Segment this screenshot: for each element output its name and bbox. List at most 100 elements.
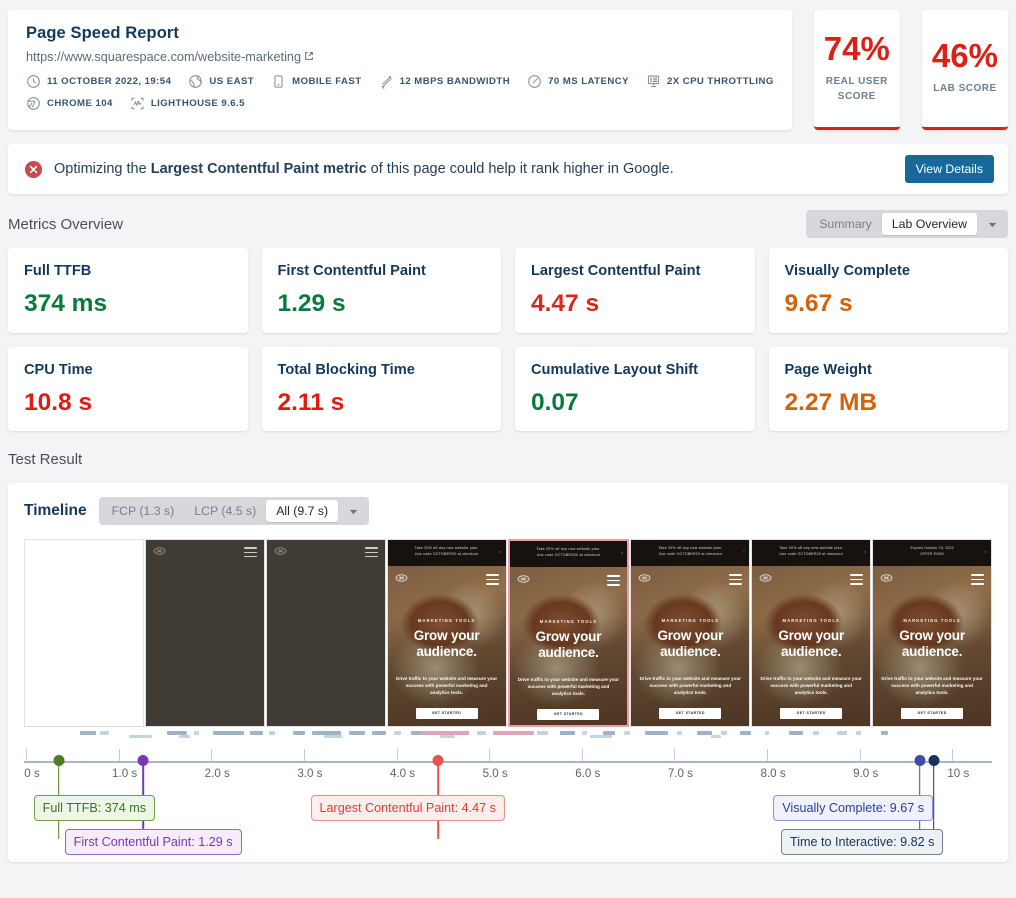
timeline-callout[interactable]: Largest Contentful Paint: 4.47 s <box>310 795 505 822</box>
timeline-callout[interactable]: Time to Interactive: 9.82 s <box>780 829 944 856</box>
metric-card-largest-contentful-paint[interactable]: Largest Contentful Paint 4.47 s <box>515 248 755 333</box>
filmstrip-frame[interactable]: Take 20% off any new website plan. Use co… <box>751 539 872 728</box>
site-logo-icon <box>517 575 529 584</box>
filmstrip-frame[interactable]: Take 20% off any new website plan. Use co… <box>386 539 507 728</box>
tab-lab-overview[interactable]: Lab Overview <box>881 213 977 235</box>
metric-card-first-contentful-paint[interactable]: First Contentful Paint 1.29 s <box>261 248 501 333</box>
metric-label: Total Blocking Time <box>277 361 415 378</box>
waterfall-bar <box>788 731 804 736</box>
waterfall-bar <box>440 735 455 739</box>
metric-value: 10.8 s <box>24 388 93 416</box>
metric-card-page-weight[interactable]: Page Weight 2.27 MB <box>768 346 1008 432</box>
marker-dot[interactable] <box>53 755 65 767</box>
hero-headline: Grow your audience. <box>657 628 724 659</box>
axis-tick <box>26 749 27 762</box>
filmstrip-frame[interactable] <box>24 539 144 728</box>
metric-card-full-ttfb[interactable]: Full TTFB 374 ms <box>8 248 248 333</box>
site-logo-icon <box>274 547 287 556</box>
waterfall-bar <box>194 731 200 736</box>
metric-label: Cumulative Layout Shift <box>531 361 699 378</box>
promo-banner: Take 20% off any new website plan. Use co… <box>387 540 506 567</box>
test-result-title: Test Result <box>8 450 83 468</box>
metric-card-cumulative-layout-shift[interactable]: Cumulative Layout Shift 0.07 <box>515 346 755 432</box>
marker-dot[interactable] <box>137 755 149 767</box>
waterfall-bar <box>856 731 862 736</box>
error-circle-icon <box>24 160 43 179</box>
timeline-header: Timeline FCP (1.3 s) LCP (4.5 s) All (9.… <box>24 497 992 526</box>
marker-dot[interactable] <box>914 755 926 767</box>
waterfall-bar <box>624 731 630 736</box>
waterfall-bar <box>128 735 152 739</box>
top-summary-row: Page Speed Report https://www.squarespac… <box>0 0 1016 130</box>
filmstrip-frame[interactable]: Expires October 15, 2022 OFFER ENDS × MARKE… <box>872 539 992 728</box>
tab-summary[interactable]: Summary <box>809 213 882 235</box>
timeline-callout[interactable]: Full TTFB: 374 ms <box>33 795 156 822</box>
site-logo-icon <box>153 547 166 556</box>
metric-value: 9.67 s <box>784 290 853 317</box>
report-url[interactable]: https://www.squarespace.com/website-mark… <box>26 50 774 64</box>
metric-card-cpu-time[interactable]: CPU Time 10.8 s <box>8 346 248 432</box>
axis-tick-label: 8.0 s <box>760 767 786 781</box>
meta-lighthouse-label: LIGHTHOUSE 9.6.5 <box>150 98 245 109</box>
page-speed-report-page: Page Speed Report https://www.squarespac… <box>0 0 1016 898</box>
hamburger-menu-icon <box>243 547 257 558</box>
promo-banner: Take 20% off any new website plan. Use co… <box>752 540 871 567</box>
filmstrip-frame[interactable]: Take 20% off any new website plan. Use co… <box>630 539 751 728</box>
chevron-down-icon[interactable] <box>340 500 366 522</box>
hero-section: MARKETING TOOLS Grow your audience. Drive t… <box>752 566 871 727</box>
waterfall-bar <box>740 731 751 736</box>
metric-value: 2.11 s <box>277 388 345 416</box>
chrome-icon <box>26 96 41 111</box>
lcp-alert-banner: Optimizing the Largest Contentful Paint … <box>8 144 1008 194</box>
site-logo-icon <box>395 574 407 583</box>
filter-fcp[interactable]: FCP (1.3 s) <box>102 500 185 522</box>
waterfall-bar <box>393 731 401 736</box>
meta-latency: 70 MS LATENCY <box>527 74 629 89</box>
metric-card-visually-complete[interactable]: Visually Complete 9.67 s <box>768 248 1008 333</box>
axis-tick <box>303 749 305 762</box>
waterfall-bar <box>711 735 721 739</box>
axis-tick <box>211 749 213 762</box>
filmstrip-frame[interactable] <box>265 539 386 728</box>
meta-timestamp-label: 11 OCTOBER 2022, 19:54 <box>47 76 172 87</box>
view-details-button[interactable]: View Details <box>904 155 994 183</box>
meta-lighthouse: LIGHTHOUSE 9.6.5 <box>130 96 245 111</box>
marker-dot[interactable] <box>432 755 444 767</box>
timeline-callout[interactable]: Visually Complete: 9.67 s <box>773 795 934 822</box>
timeline-callouts: Full TTFB: 374 ms First Contentful Paint:… <box>24 791 992 863</box>
external-link-icon[interactable] <box>304 50 314 64</box>
timeline-filter-toggle: FCP (1.3 s) LCP (4.5 s) All (9.7 s) <box>98 497 370 526</box>
report-info-card: Page Speed Report https://www.squarespac… <box>8 10 792 130</box>
lab-score-value: 46% <box>931 37 998 75</box>
axis-tick-label: 0 s <box>24 767 40 781</box>
meta-cpu-throttling: 2X CPU THROTTLING <box>646 74 774 89</box>
filmstrip-frame[interactable]: Take 20% off any new website plan. Use co… <box>507 539 630 728</box>
close-icon: × <box>620 550 624 556</box>
promo-banner: Expires October 15, 2022 OFFER ENDS × <box>873 540 991 567</box>
waterfall-bar <box>268 731 275 736</box>
report-url-text: https://www.squarespace.com/website-mark… <box>26 50 302 64</box>
filmstrip-frame[interactable] <box>144 539 265 728</box>
chevron-down-icon[interactable] <box>979 213 1005 235</box>
metric-card-total-blocking-time[interactable]: Total Blocking Time 2.11 s <box>261 346 501 432</box>
metric-label: Visually Complete <box>784 263 910 279</box>
hero-headline: Grow your audience. <box>899 628 965 659</box>
clock-icon <box>26 74 41 89</box>
hamburger-menu-icon <box>729 574 743 585</box>
metric-label: First Contentful Paint <box>277 263 426 279</box>
axis-tick-label: 10 s <box>947 767 970 781</box>
site-logo-icon <box>639 574 651 583</box>
filter-lcp[interactable]: LCP (4.5 s) <box>184 500 266 522</box>
hero-headline: Grow your audience. <box>413 628 480 659</box>
timeline-callout[interactable]: First Contentful Paint: 1.29 s <box>64 829 242 856</box>
waterfall-bar <box>80 731 96 736</box>
alert-prefix: Optimizing the <box>54 161 151 177</box>
waterfall-bar <box>293 731 305 736</box>
waterfall-bar <box>645 731 668 736</box>
axis-tick <box>674 749 676 762</box>
marker-dot[interactable] <box>928 755 940 767</box>
axis-tick-label: 5.0 s <box>482 767 508 781</box>
hero-subtext: Drive traffic to your website and measur… <box>760 675 862 696</box>
filter-all[interactable]: All (9.7 s) <box>266 500 339 523</box>
axis-tick <box>859 749 861 762</box>
